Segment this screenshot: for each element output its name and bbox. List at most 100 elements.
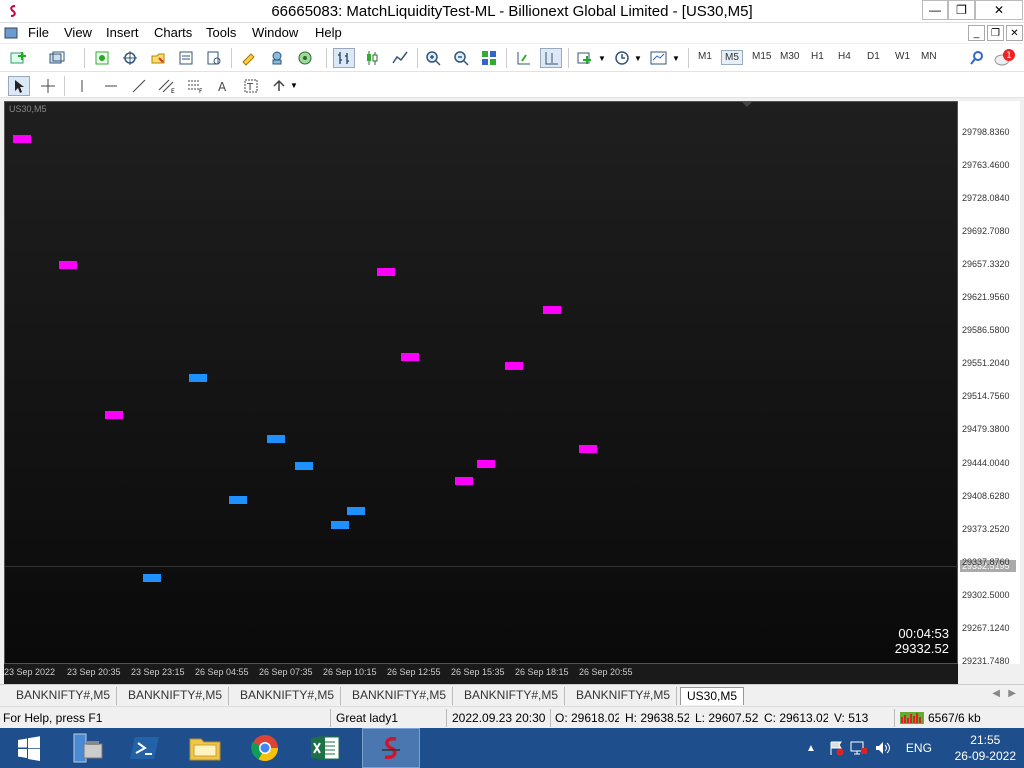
powershell-app[interactable] xyxy=(116,728,174,768)
file-explorer-app[interactable] xyxy=(176,728,234,768)
fibonacci-icon[interactable]: F xyxy=(184,76,206,96)
tab-banknifty-5[interactable]: BANKNIFTY#,M5 xyxy=(458,687,566,705)
tab-banknifty-4[interactable]: BANKNIFTY#,M5 xyxy=(346,687,454,705)
menu-view[interactable]: View xyxy=(64,25,92,40)
sell-signal-marker[interactable] xyxy=(477,460,495,468)
sell-signal-marker[interactable] xyxy=(59,261,77,269)
market-watch-icon[interactable] xyxy=(91,48,113,68)
price-axis[interactable]: 29332.5195 29798.8360 29763.4600 29728.084… xyxy=(958,101,1020,666)
mdi-restore-button[interactable]: ❐ xyxy=(987,25,1004,41)
menu-tools[interactable]: Tools xyxy=(206,25,236,40)
buy-signal-marker[interactable] xyxy=(229,496,247,504)
timeframe-d1[interactable]: D1 xyxy=(864,50,883,63)
buy-signal-marker[interactable] xyxy=(295,462,313,470)
strategy-tester-icon[interactable] xyxy=(203,48,225,68)
search-icon[interactable] xyxy=(966,48,988,68)
timeframe-m30[interactable]: M30 xyxy=(777,50,802,63)
indicators-dropdown-icon[interactable]: ▼ xyxy=(598,54,606,63)
cursor-icon[interactable] xyxy=(8,76,30,96)
chart-shift-icon[interactable] xyxy=(512,48,534,68)
timeframe-mn[interactable]: MN xyxy=(918,50,940,63)
menu-help[interactable]: Help xyxy=(315,25,342,40)
sell-signal-marker[interactable] xyxy=(401,353,419,361)
templates-icon[interactable] xyxy=(648,48,670,68)
buy-signal-marker[interactable] xyxy=(189,374,207,382)
action-center-flag-icon[interactable] xyxy=(828,740,844,756)
buy-signal-marker[interactable] xyxy=(331,521,349,529)
close-button[interactable]: ✕ xyxy=(975,0,1023,20)
vertical-line-icon[interactable] xyxy=(71,76,93,96)
tile-windows-icon[interactable] xyxy=(478,48,500,68)
profiles-icon[interactable] xyxy=(46,48,68,68)
network-icon[interactable] xyxy=(850,740,868,756)
indicators-icon[interactable] xyxy=(575,48,597,68)
connection-status-icon[interactable] xyxy=(900,712,924,724)
sell-signal-marker[interactable] xyxy=(377,268,395,276)
sell-signal-marker[interactable] xyxy=(105,411,123,419)
mdi-close-button[interactable]: ✕ xyxy=(1006,25,1023,41)
start-button[interactable] xyxy=(0,728,58,768)
tab-banknifty-1[interactable]: BANKNIFTY#,M5 xyxy=(10,687,118,705)
metaeditor-icon[interactable] xyxy=(238,48,260,68)
show-hidden-icons-icon[interactable]: ▲ xyxy=(806,743,816,754)
crosshair-icon[interactable] xyxy=(37,76,59,96)
timeframe-w1[interactable]: W1 xyxy=(892,50,913,63)
line-chart-icon[interactable] xyxy=(389,48,411,68)
tab-us30[interactable]: US30,M5 xyxy=(680,687,745,705)
zoom-in-icon[interactable] xyxy=(422,48,444,68)
templates-dropdown-icon[interactable]: ▼ xyxy=(672,54,680,63)
bar-chart-icon[interactable] xyxy=(333,48,355,68)
signals-icon[interactable] xyxy=(294,48,316,68)
sell-signal-marker[interactable] xyxy=(13,135,31,143)
server-manager-app[interactable] xyxy=(58,728,116,768)
notifications-icon[interactable]: 1 xyxy=(994,48,1016,68)
periods-dropdown-icon[interactable]: ▼ xyxy=(634,54,642,63)
sell-signal-marker[interactable] xyxy=(455,477,473,485)
sell-signal-marker[interactable] xyxy=(543,306,561,314)
equidistant-channel-icon[interactable]: E xyxy=(156,76,178,96)
navigator-icon[interactable] xyxy=(147,48,169,68)
periods-icon[interactable] xyxy=(611,48,633,68)
zoom-out-icon[interactable] xyxy=(450,48,472,68)
sell-signal-marker[interactable] xyxy=(505,362,523,370)
timeframe-h1[interactable]: H1 xyxy=(808,50,827,63)
menu-insert[interactable]: Insert xyxy=(106,25,139,40)
tab-banknifty-3[interactable]: BANKNIFTY#,M5 xyxy=(234,687,342,705)
candlestick-icon[interactable] xyxy=(361,48,383,68)
excel-app[interactable] xyxy=(296,728,354,768)
menu-window[interactable]: Window xyxy=(252,25,298,40)
auto-scroll-icon[interactable] xyxy=(540,48,562,68)
menu-file[interactable]: File xyxy=(28,25,49,40)
minimize-button[interactable]: — xyxy=(922,0,948,20)
taskbar-clock[interactable]: 21:55 26-09-2022 xyxy=(955,732,1016,764)
trading-terminal-app[interactable] xyxy=(362,728,420,768)
trendline-icon[interactable] xyxy=(128,76,150,96)
timeframe-m5[interactable]: M5 xyxy=(721,50,743,65)
price-chart[interactable]: US30,M5 00:04:53 29332.52 xyxy=(4,101,959,664)
arrows-icon[interactable] xyxy=(268,76,290,96)
menu-charts[interactable]: Charts xyxy=(154,25,192,40)
sell-signal-marker[interactable] xyxy=(579,445,597,453)
buy-signal-marker[interactable] xyxy=(347,507,365,515)
data-window-icon[interactable] xyxy=(119,48,141,68)
time-axis[interactable]: 23 Sep 2022 23 Sep 20:35 23 Sep 23:15 26 Se… xyxy=(4,664,958,684)
text-icon[interactable]: A xyxy=(212,76,234,96)
input-language[interactable]: ENG xyxy=(906,741,932,755)
buy-signal-marker[interactable] xyxy=(267,435,285,443)
horizontal-line-icon[interactable] xyxy=(100,76,122,96)
mdi-minimize-button[interactable]: _ xyxy=(968,25,985,41)
tab-banknifty-6[interactable]: BANKNIFTY#,M5 xyxy=(570,687,678,705)
new-chart-icon[interactable] xyxy=(8,48,30,68)
arrows-dropdown-icon[interactable]: ▼ xyxy=(290,81,298,90)
volume-icon[interactable] xyxy=(874,740,892,756)
terminal-icon[interactable] xyxy=(175,48,197,68)
chrome-app[interactable] xyxy=(236,728,294,768)
timeframe-m1[interactable]: M1 xyxy=(695,50,715,63)
chart-shift-marker-icon[interactable] xyxy=(742,102,752,108)
timeframe-m15[interactable]: M15 xyxy=(749,50,774,63)
timeframe-h4[interactable]: H4 xyxy=(835,50,854,63)
buy-signal-marker[interactable] xyxy=(143,574,161,582)
tab-banknifty-2[interactable]: BANKNIFTY#,M5 xyxy=(122,687,230,705)
auto-trading-icon[interactable] xyxy=(266,48,288,68)
tab-scroll-arrows-icon[interactable]: ◀ ▶ xyxy=(992,688,1016,699)
